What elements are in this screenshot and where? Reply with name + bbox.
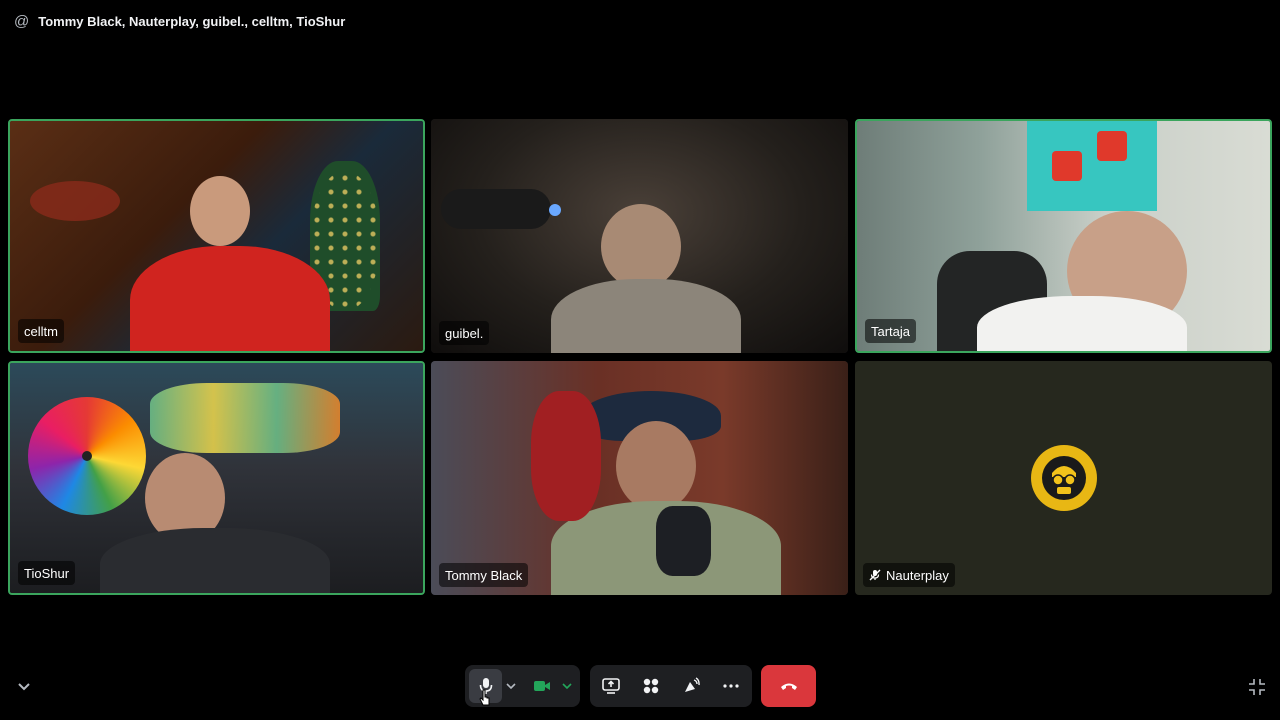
call-actions [590, 665, 752, 707]
participant-tile-guibel[interactable]: guibel. [431, 119, 848, 353]
muted-microphone-icon [869, 569, 881, 581]
avatar-image [1041, 456, 1086, 500]
chevron-down-icon[interactable] [14, 677, 34, 697]
participant-tile-tartaja[interactable]: Tartaja [855, 119, 1272, 353]
share-screen-button[interactable] [594, 669, 628, 703]
participant-tile-nauterplay[interactable]: Nauterplay [855, 361, 1272, 595]
camera-icon [534, 681, 550, 691]
chevron-down-icon [506, 683, 516, 690]
more-button[interactable] [714, 669, 748, 703]
exit-fullscreen-button[interactable] [1246, 676, 1268, 698]
participant-name-tag: Nauterplay [863, 563, 955, 587]
participant-name: guibel. [445, 325, 484, 341]
phone-hangup-icon [780, 683, 797, 690]
chevron-down-icon [562, 683, 572, 690]
soundboard-icon [685, 677, 700, 692]
participant-tile-tommy-black[interactable]: Tommy Black [431, 361, 848, 595]
video-feed [857, 121, 1270, 351]
participant-name-tag: Tartaja [865, 319, 917, 343]
participant-name-tag: TioShur [18, 561, 76, 585]
call-title: Tommy Black, Nauterplay, guibel., celltm… [38, 13, 346, 29]
participant-name-tag: celltm [18, 319, 64, 343]
avatar [1030, 445, 1097, 511]
camera-button[interactable] [526, 669, 559, 703]
exit-fullscreen-icon [1249, 679, 1265, 695]
mouse-cursor-icon [479, 689, 491, 707]
activities-icon [643, 678, 659, 694]
participant-tile-tioshur[interactable]: TioShur [8, 361, 425, 595]
video-feed [431, 119, 848, 353]
activities-button[interactable] [634, 669, 668, 703]
participant-name: Nauterplay [886, 567, 949, 583]
microphone-options-button[interactable] [502, 669, 519, 703]
share-screen-icon [602, 678, 620, 694]
more-icon [723, 684, 739, 688]
soundboard-button[interactable] [674, 669, 708, 703]
at-icon: @ [14, 12, 30, 30]
participant-tile-celltm[interactable]: celltm [8, 119, 425, 353]
leave-call-button[interactable] [761, 665, 816, 707]
camera-options-button[interactable] [559, 669, 576, 703]
participant-name: celltm [24, 323, 58, 339]
participant-name: Tommy Black [445, 567, 523, 583]
video-feed [431, 361, 848, 595]
participant-name: TioShur [24, 565, 70, 581]
participant-name: Tartaja [871, 323, 911, 339]
video-feed [10, 121, 423, 351]
participant-name-tag: Tommy Black [439, 563, 529, 587]
call-header: @ Tommy Black, Nauterplay, guibel., cell… [14, 11, 345, 31]
video-feed [10, 363, 423, 593]
participant-name-tag: guibel. [439, 321, 490, 345]
